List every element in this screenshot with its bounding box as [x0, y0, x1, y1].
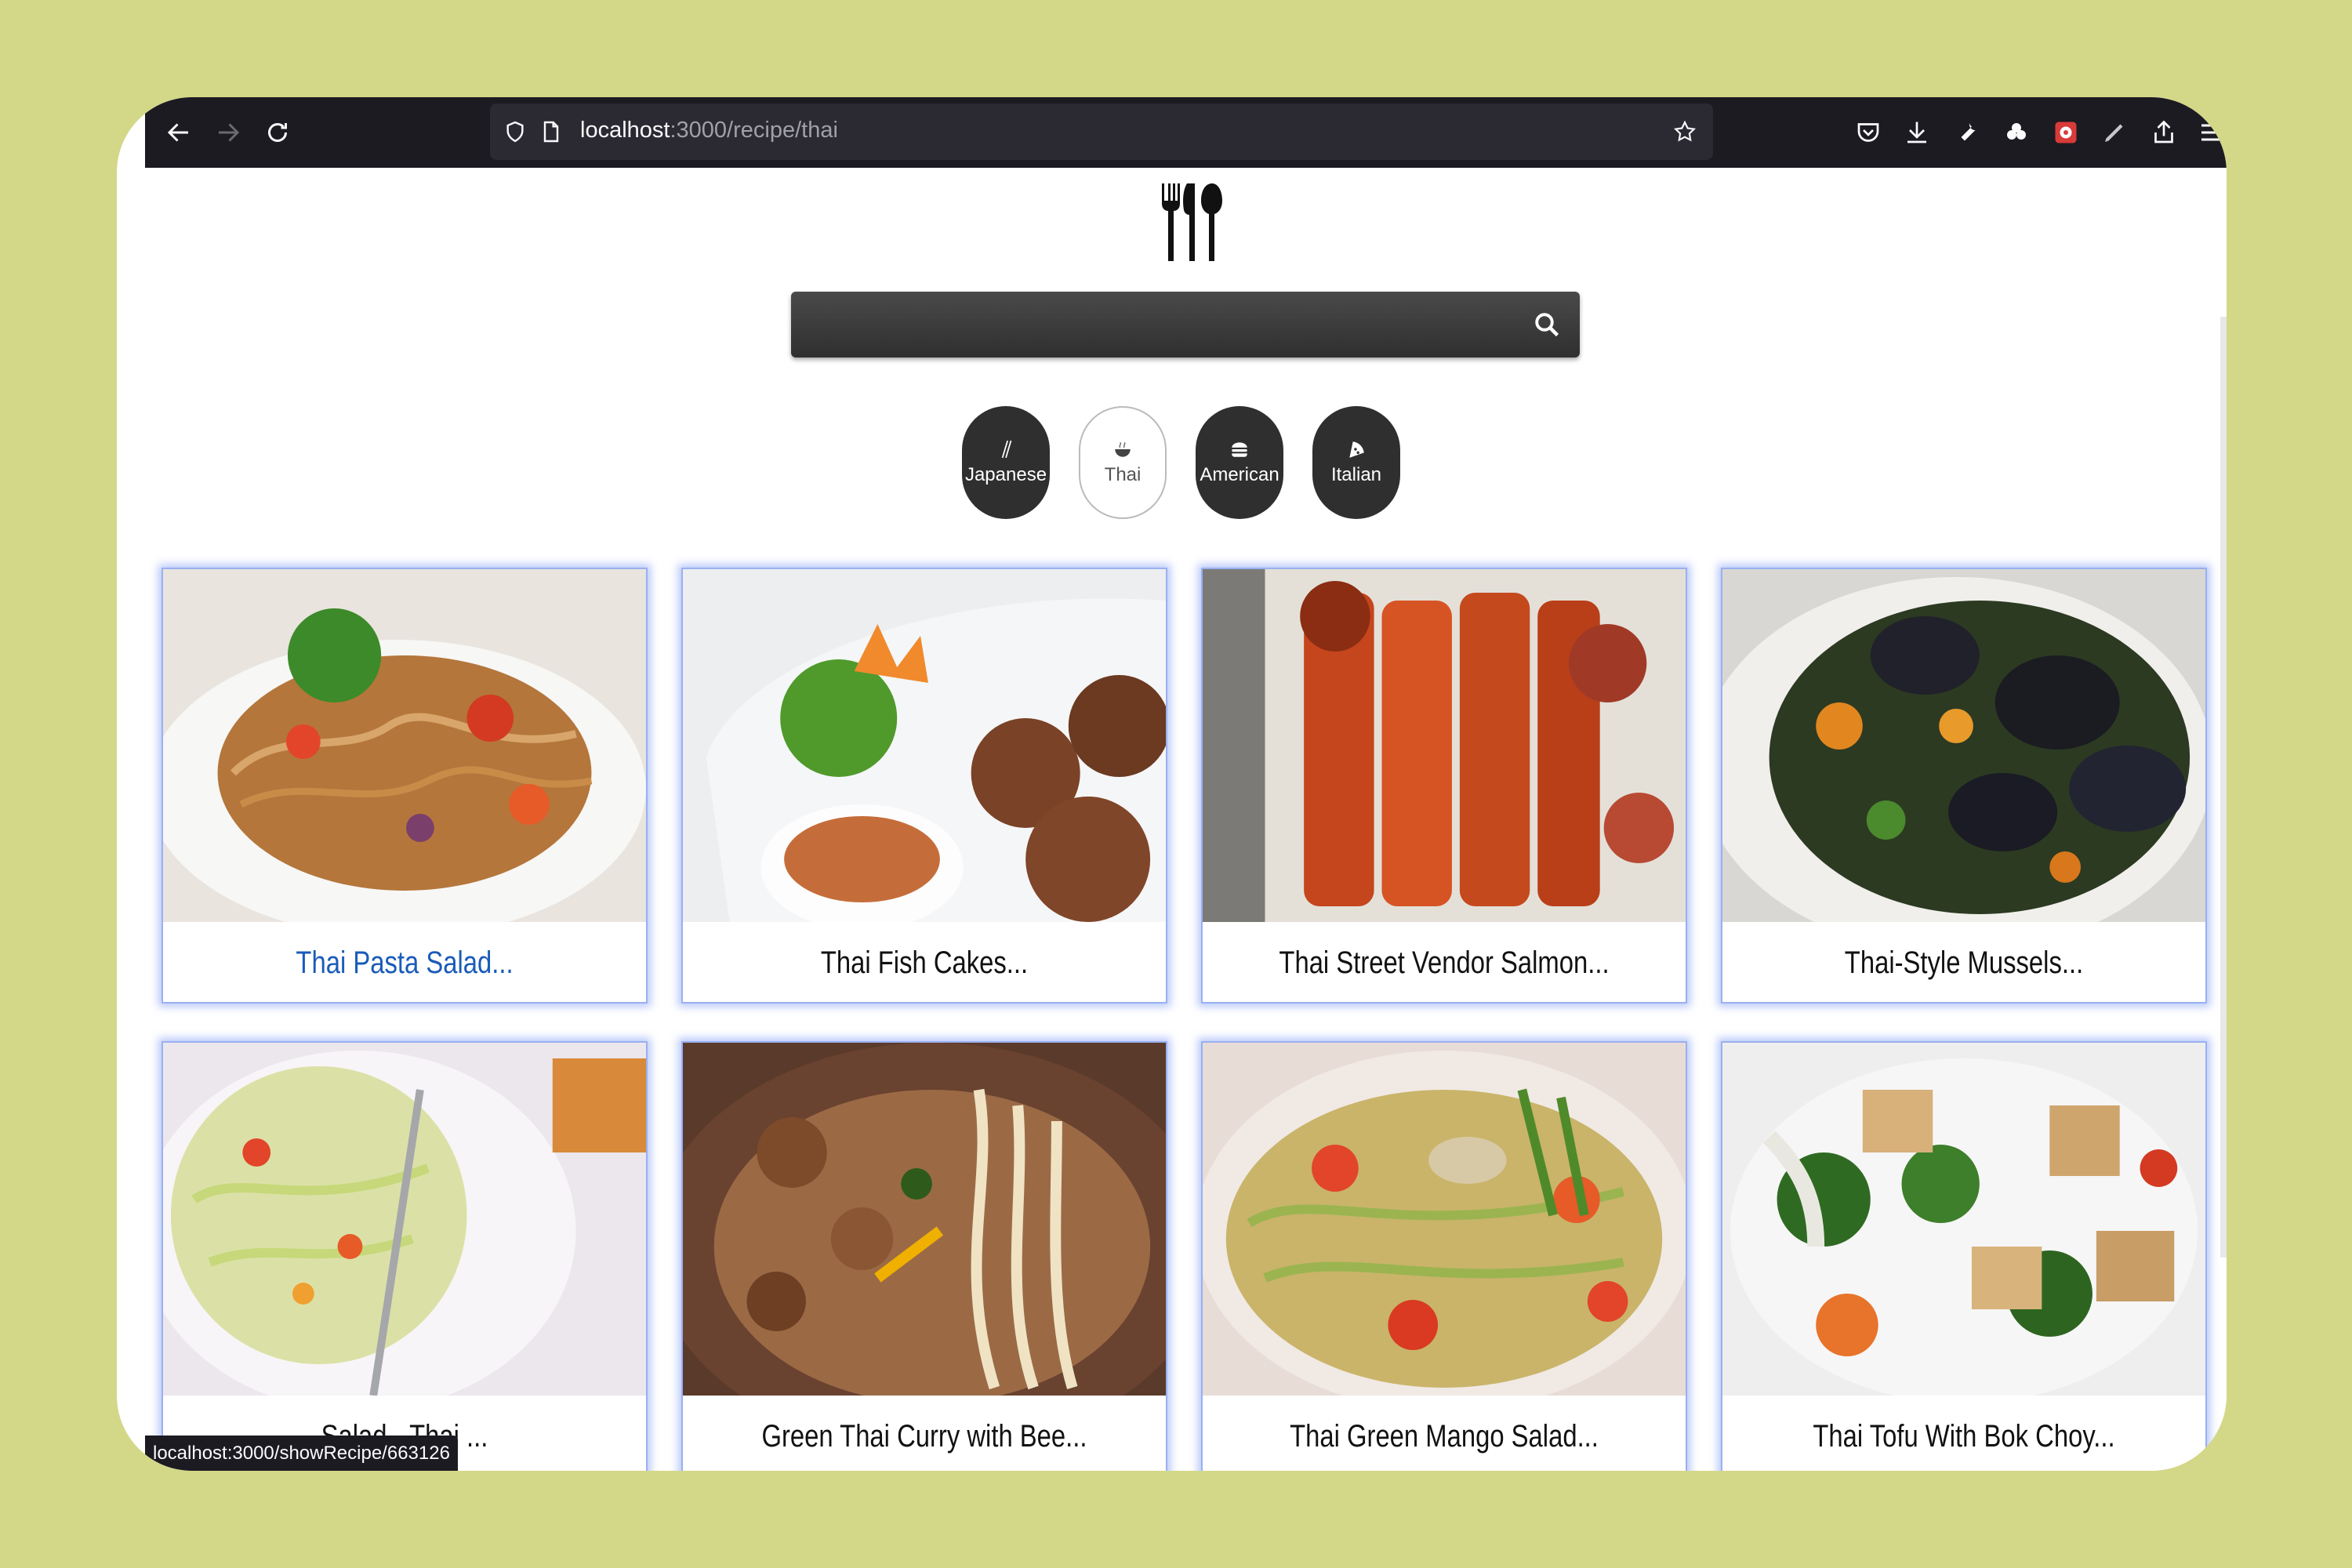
cutlery-logo-icon[interactable]: [1157, 182, 1225, 263]
recipe-image: [1722, 569, 2205, 922]
forward-button[interactable]: [210, 114, 246, 151]
bookmark-star-icon[interactable]: [1671, 118, 1699, 146]
url-path: :3000/recipe/thai: [670, 118, 838, 143]
pizza-icon: [1349, 441, 1364, 458]
cuisine-label: Italian: [1330, 464, 1382, 485]
recipe-card[interactable]: Green Thai Curry with Bee...: [681, 1041, 1167, 1471]
pencil-icon[interactable]: [2098, 116, 2131, 149]
recipe-card[interactable]: Thai Fish Cakes...: [681, 568, 1167, 1004]
download-icon[interactable]: [1900, 116, 1933, 149]
hamburger-icon: [1232, 442, 1247, 457]
cuisine-thai-button[interactable]: Thai: [1079, 406, 1167, 519]
cuisine-japanese-button[interactable]: Japanese: [962, 406, 1050, 519]
recipe-card[interactable]: Thai-Style Mussels...: [1721, 568, 2207, 1004]
cuisine-label: Thai: [1104, 464, 1142, 485]
reload-button[interactable]: [260, 114, 296, 151]
page-icon: [537, 118, 565, 146]
bowl-icon: [1115, 441, 1131, 457]
address-bar[interactable]: localhost:3000/recipe/thai: [490, 103, 1713, 160]
page-scrollbar[interactable]: [2220, 317, 2227, 1258]
search-bar: [791, 292, 1580, 358]
search-icon[interactable]: [1533, 310, 1561, 339]
back-button[interactable]: [161, 114, 197, 151]
arrow-left-icon: [167, 123, 188, 142]
cuisine-label: Japanese: [964, 464, 1047, 485]
addon-red-icon[interactable]: [2049, 116, 2082, 149]
cuisine-american-button[interactable]: American: [1196, 406, 1283, 519]
url-host: localhost: [580, 118, 670, 143]
menu-icon[interactable]: [2194, 116, 2227, 149]
extension-icon[interactable]: [2000, 116, 2033, 149]
status-url-tooltip: localhost:3000/showRecipe/663126: [145, 1436, 458, 1471]
url-text[interactable]: localhost:3000/recipe/thai: [580, 118, 838, 143]
recipe-card[interactable]: Salad - Thai ...: [162, 1041, 648, 1471]
cuisine-italian-button[interactable]: Italian: [1312, 406, 1400, 519]
recipe-title[interactable]: Thai Tofu With Bok Choy...: [1766, 1396, 2161, 1471]
pocket-icon[interactable]: [1852, 116, 1885, 149]
browser-toolbar: localhost:3000/recipe/thai: [145, 97, 2227, 168]
recipe-title[interactable]: Thai Green Mango Salad...: [1246, 1396, 1642, 1471]
recipe-title[interactable]: Thai-Style Mussels...: [1766, 922, 2161, 1002]
shield-icon[interactable]: [501, 118, 529, 146]
recipe-title[interactable]: Thai Fish Cakes...: [726, 922, 1122, 1002]
cuisine-label: American: [1200, 464, 1279, 485]
recipe-image: [683, 1043, 1166, 1396]
reload-icon: [268, 123, 287, 142]
recipe-image: [683, 569, 1166, 922]
recipe-image: [1203, 569, 1686, 922]
wrench-icon[interactable]: [1951, 116, 1984, 149]
browser-window: localhost:3000/recipe/thai Japanese Thai…: [117, 97, 2227, 1471]
recipe-image: [163, 1043, 646, 1396]
share-icon[interactable]: [2147, 116, 2180, 149]
recipe-title[interactable]: Thai Street Vendor Salmon...: [1246, 922, 1642, 1002]
chopsticks-icon: [1001, 440, 1012, 459]
recipe-card[interactable]: Thai Green Mango Salad...: [1201, 1041, 1687, 1471]
recipe-card[interactable]: Thai Street Vendor Salmon...: [1201, 568, 1687, 1004]
recipe-image: [1203, 1043, 1686, 1396]
arrow-right-icon: [219, 123, 240, 142]
recipe-image: [1722, 1043, 2205, 1396]
recipe-card[interactable]: Thai Pasta Salad...: [162, 568, 648, 1004]
recipe-title[interactable]: Thai Pasta Salad...: [206, 922, 602, 1002]
search-input[interactable]: [807, 301, 1512, 348]
recipe-title[interactable]: Green Thai Curry with Bee...: [726, 1396, 1122, 1471]
recipe-image: [163, 569, 646, 922]
recipe-card[interactable]: Thai Tofu With Bok Choy...: [1721, 1041, 2207, 1471]
